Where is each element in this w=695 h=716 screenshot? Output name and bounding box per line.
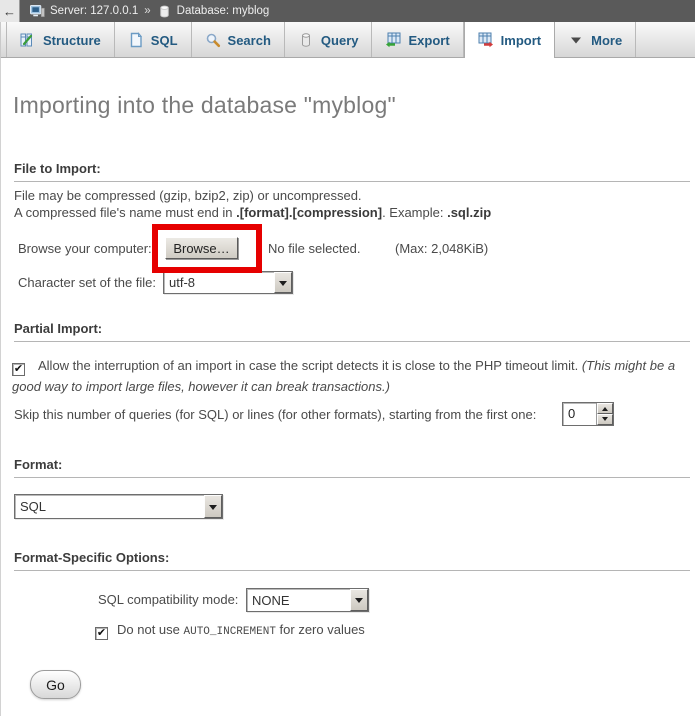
tab-label: Export bbox=[408, 33, 449, 48]
tabbar: Structure SQL Search Query Export Import bbox=[0, 22, 695, 58]
tab-label: Search bbox=[228, 33, 271, 48]
tab-export[interactable]: Export bbox=[372, 22, 463, 58]
query-icon bbox=[298, 32, 314, 48]
export-icon bbox=[385, 32, 401, 48]
structure-icon bbox=[20, 32, 36, 48]
tab-label: More bbox=[591, 33, 622, 48]
charset-select-value: utf-8 bbox=[169, 275, 195, 290]
charset-select[interactable]: utf-8 bbox=[163, 271, 293, 294]
compression-note-line1: File may be compressed (gzip, bzip2, zip… bbox=[14, 188, 362, 203]
page-title: Importing into the database "myblog" bbox=[13, 92, 396, 119]
spinner bbox=[596, 403, 613, 425]
spinner-down-icon[interactable] bbox=[597, 414, 613, 425]
back-arrow-button[interactable]: ← bbox=[0, 0, 20, 22]
browse-your-computer-label: Browse your computer: bbox=[18, 241, 152, 256]
server-icon bbox=[30, 4, 45, 19]
database-icon bbox=[157, 4, 172, 19]
format-select-value: SQL bbox=[20, 499, 46, 514]
tab-label: Structure bbox=[43, 33, 101, 48]
tab-label: Import bbox=[501, 33, 541, 48]
tab-query[interactable]: Query bbox=[285, 22, 373, 58]
spinner-up-icon[interactable] bbox=[597, 403, 613, 414]
auto-increment-row: ✔ Do not use AUTO_INCREMENT for zero valu… bbox=[95, 622, 365, 640]
allow-interruption-checkbox[interactable]: ✔ bbox=[12, 363, 25, 376]
section-heading-partial-import: Partial Import: bbox=[14, 321, 690, 342]
section-heading-file-to-import: File to Import: bbox=[14, 161, 690, 182]
topbar: ← Server: 127.0.0.1 » Database: myblog bbox=[0, 0, 695, 22]
breadcrumb-server[interactable]: Server: 127.0.0.1 bbox=[50, 5, 138, 17]
tab-label: SQL bbox=[151, 33, 178, 48]
breadcrumb-separator: » bbox=[143, 5, 151, 17]
compression-note: File may be compressed (gzip, bzip2, zip… bbox=[14, 188, 491, 221]
no-file-selected-text: No file selected. bbox=[268, 241, 361, 256]
tab-label: Query bbox=[321, 33, 359, 48]
section-heading-format-specific-options: Format-Specific Options: bbox=[14, 550, 690, 571]
skip-queries-input[interactable]: 0 bbox=[562, 402, 614, 426]
section-heading-format: Format: bbox=[14, 457, 690, 478]
sql-icon bbox=[128, 32, 144, 48]
allow-interruption-row: ✔ Allow the interruption of an import in … bbox=[12, 355, 686, 397]
tab-sql[interactable]: SQL bbox=[115, 22, 192, 58]
tab-structure[interactable]: Structure bbox=[6, 22, 115, 58]
auto-increment-label: Do not use AUTO_INCREMENT for zero value… bbox=[117, 622, 365, 637]
sql-compatibility-label: SQL compatibility mode: bbox=[98, 592, 238, 607]
breadcrumb: Server: 127.0.0.1 » Database: myblog bbox=[30, 4, 269, 19]
format-select[interactable]: SQL bbox=[14, 494, 223, 519]
import-icon bbox=[478, 32, 494, 48]
skip-queries-label: Skip this number of queries (for SQL) or… bbox=[14, 407, 536, 422]
auto-increment-checkbox[interactable]: ✔ bbox=[95, 627, 108, 640]
tab-search[interactable]: Search bbox=[192, 22, 285, 58]
allow-interruption-label: Allow the interruption of an import in c… bbox=[38, 358, 582, 373]
browse-button[interactable]: Browse… bbox=[165, 237, 238, 259]
dropdown-arrow-icon[interactable] bbox=[274, 272, 292, 293]
dropdown-arrow-icon[interactable] bbox=[350, 589, 368, 611]
dropdown-arrow-icon[interactable] bbox=[204, 495, 222, 518]
search-icon bbox=[205, 32, 221, 48]
sql-compatibility-select[interactable]: NONE bbox=[246, 588, 369, 612]
chevron-down-icon bbox=[568, 32, 584, 48]
compression-note-line2: A compressed file's name must end in .[f… bbox=[14, 205, 491, 220]
skip-queries-value: 0 bbox=[563, 403, 596, 425]
sql-compatibility-value: NONE bbox=[252, 593, 290, 608]
max-size-text: (Max: 2,048KiB) bbox=[395, 241, 488, 256]
go-button[interactable]: Go bbox=[30, 670, 81, 699]
tab-more[interactable]: More bbox=[555, 22, 636, 58]
charset-label: Character set of the file: bbox=[18, 275, 156, 290]
breadcrumb-database[interactable]: Database: myblog bbox=[177, 5, 270, 17]
tab-import[interactable]: Import bbox=[464, 22, 555, 58]
